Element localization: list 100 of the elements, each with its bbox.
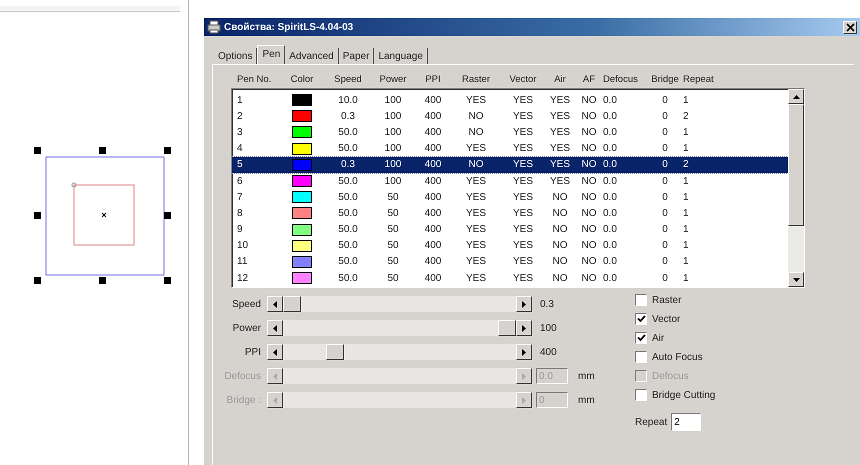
column-header: Defocus xyxy=(603,74,639,87)
table-cell-text: YES xyxy=(464,208,487,219)
checkbox[interactable] xyxy=(635,294,647,306)
table-cell-text: YES xyxy=(464,176,487,187)
table-cell-text: NO xyxy=(468,159,484,170)
table-cell-text: 0.0 xyxy=(603,224,618,236)
table-cell-text: YES xyxy=(512,94,534,106)
repeat-field[interactable]: 2 xyxy=(671,413,702,431)
table-cell-text: NO xyxy=(580,256,598,268)
table-cell-text: NO xyxy=(580,110,598,122)
column-header: Raster xyxy=(461,74,491,87)
table-cell-text: 0 xyxy=(661,224,669,236)
slider-label: PPI xyxy=(244,346,262,358)
table-cell-text: 400 xyxy=(424,240,442,252)
table-cell-text: 1 xyxy=(683,176,690,187)
table-cell-text: NO xyxy=(580,240,598,252)
table-cell-text: 100 xyxy=(384,110,402,122)
slider[interactable] xyxy=(267,320,532,336)
right-arrow-icon xyxy=(522,300,526,308)
table-row[interactable]: 3 50.0 100 400 NO YES YES NO 0.0 0 1 xyxy=(232,124,788,141)
table-cell-text: YES xyxy=(464,94,487,106)
table-cell-text: 0.0 xyxy=(603,192,618,203)
slider-thumb[interactable] xyxy=(326,344,344,360)
checkbox[interactable] xyxy=(635,313,647,325)
slider[interactable] xyxy=(267,296,532,312)
checkbox-label: Defocus xyxy=(652,370,689,382)
table-cell-text: YES xyxy=(464,240,487,252)
table-cell-text: 400 xyxy=(424,208,442,219)
table-cell-text: NO xyxy=(552,256,568,268)
close-button[interactable] xyxy=(843,20,857,34)
table-cell-text: YES xyxy=(512,110,534,122)
right-arrow-icon xyxy=(522,348,526,356)
table-cell-text: YES xyxy=(464,224,487,236)
slider-value: 400 xyxy=(540,346,557,358)
table-cell-text: 1 xyxy=(683,94,690,106)
table-cell-text: 50.0 xyxy=(337,143,359,154)
close-icon xyxy=(846,22,854,32)
slider-value: 100 xyxy=(540,322,557,334)
table-cell-text: YES xyxy=(512,143,534,154)
table-cell-text: 0 xyxy=(661,176,669,187)
slider-thumb[interactable] xyxy=(498,320,516,336)
table-cell-text: 0.0 xyxy=(603,94,618,106)
slider[interactable] xyxy=(267,344,532,360)
table-row[interactable]: 10 50.0 50 400 YES YES NO NO 0.0 0 1 xyxy=(232,238,788,254)
table-row[interactable]: 9 50.0 50 400 YES YES NO NO 0.0 0 1 xyxy=(232,222,788,238)
slider-label: Power xyxy=(232,322,262,334)
table-row[interactable]: 6 50.0 100 400 YES YES YES NO 0.0 0 1 xyxy=(232,172,788,190)
checkbox[interactable] xyxy=(635,351,647,363)
table-cell-text: 2 xyxy=(683,110,690,122)
table-cell-text: NO xyxy=(552,272,568,284)
table-cell-text: 10.0 xyxy=(337,94,359,106)
table-cell-text: YES xyxy=(512,224,534,236)
column-header: Bridge xyxy=(650,74,680,87)
table-cell-text: YES xyxy=(548,94,571,106)
table-cell-text: 0.0 xyxy=(603,126,618,138)
left-arrow-icon xyxy=(273,324,277,332)
table-cell-text: 1 xyxy=(683,272,690,284)
table-cell-text: YES xyxy=(512,272,534,284)
table-cell-text: 50.0 xyxy=(337,272,359,284)
checkbox[interactable] xyxy=(635,332,647,344)
table-cell-text: 50 xyxy=(386,208,400,219)
table-row[interactable]: 7 50.0 50 400 YES YES NO NO 0.0 0 1 xyxy=(232,189,788,206)
table-cell-text: 0 xyxy=(661,143,669,154)
table-row[interactable]: 2 0.3 100 400 NO YES YES NO 0.0 0 2 xyxy=(232,108,788,124)
table-cell-text: YES xyxy=(512,192,534,203)
scrollbar[interactable] xyxy=(788,89,804,287)
table-cell-text: YES xyxy=(548,110,571,122)
table-cell-text: 0.0 xyxy=(603,159,618,170)
table-row[interactable]: 4 50.0 100 400 YES YES YES NO 0.0 0 1 xyxy=(232,140,788,157)
table-row[interactable]: 8 50.0 50 400 YES YES NO NO 0.0 0 1 xyxy=(232,205,788,222)
table-cell-text: 0 xyxy=(661,126,669,138)
table-row[interactable]: 11 50.0 50 400 YES YES NO NO 0.0 0 1 xyxy=(232,254,788,270)
table-cell-text: 0 xyxy=(661,110,669,122)
table-cell-text: NO xyxy=(580,159,598,170)
table-cell-text: YES xyxy=(512,126,534,138)
table-cell-text: YES xyxy=(512,240,534,252)
left-arrow-icon xyxy=(273,348,277,356)
table-cell-text: YES xyxy=(512,208,534,219)
down-arrow-icon xyxy=(792,278,800,282)
tab[interactable]: Pen xyxy=(257,45,286,64)
table-cell-text: 100 xyxy=(384,176,402,187)
table-row[interactable]: 5 0.3 100 400 NO YES YES NO 0.0 0 2 xyxy=(232,156,788,173)
checkbox-label: Air xyxy=(652,332,664,344)
checkbox-label: Raster xyxy=(652,294,682,306)
table-cell-text: 1 xyxy=(683,143,690,154)
check-icon xyxy=(636,315,646,323)
check-icon xyxy=(636,334,646,342)
table-row[interactable]: 12 50.0 50 400 YES YES NO NO 0.0 0 1 xyxy=(232,270,788,286)
table-cell-text: 50 xyxy=(386,240,400,252)
table-cell-text: NO xyxy=(580,224,598,236)
table-row[interactable]: 1 10.0 100 400 YES YES YES NO 0.0 0 1 xyxy=(232,92,788,108)
table-cell-text: 2 xyxy=(683,159,690,170)
table-cell-text: 50 xyxy=(386,272,400,284)
table-cell-text: YES xyxy=(548,159,571,170)
table-cell-text: NO xyxy=(580,126,598,138)
checkbox[interactable] xyxy=(635,389,647,401)
table-cell-text: 2 xyxy=(237,110,244,122)
table-cell-text: NO xyxy=(468,126,484,138)
column-header: Color xyxy=(290,74,314,87)
slider-thumb[interactable] xyxy=(283,296,301,312)
